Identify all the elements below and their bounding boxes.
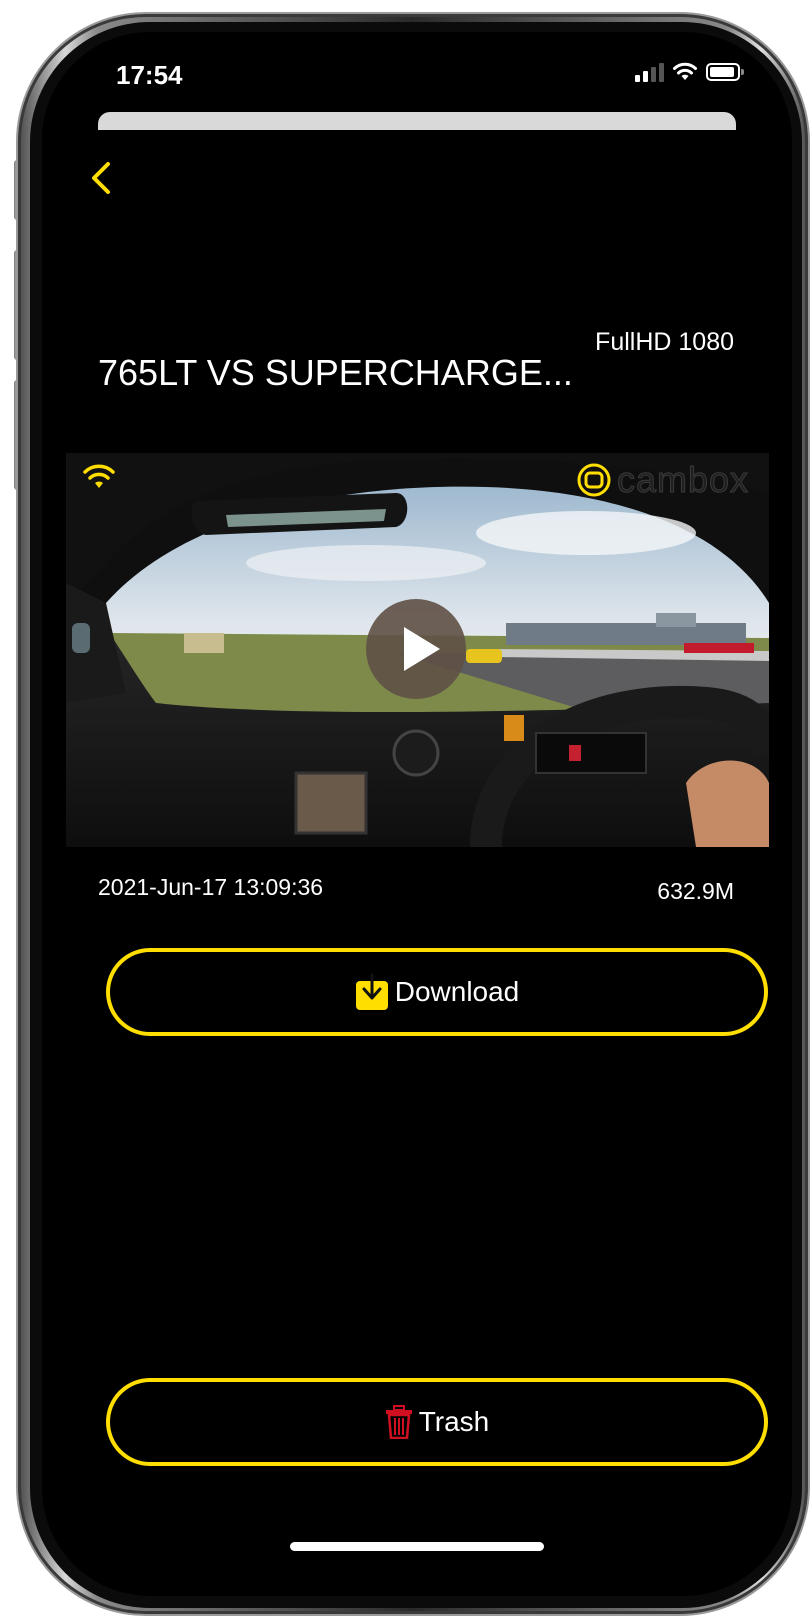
wifi-icon	[83, 464, 115, 488]
chevron-left-icon	[92, 162, 110, 194]
video-title: 765LT VS SUPERCHARGE...	[98, 352, 573, 393]
trash-button[interactable]: Trash	[106, 1378, 768, 1466]
download-icon	[355, 973, 388, 1010]
video-file-size: 632.9M	[657, 878, 734, 904]
status-icons	[635, 62, 744, 82]
battery-icon	[706, 63, 744, 81]
play-button[interactable]	[366, 599, 466, 699]
cambox-logo-icon	[577, 463, 611, 497]
wifi-status-icon	[673, 62, 697, 80]
cellular-signal-icon	[635, 62, 664, 82]
back-button[interactable]	[86, 158, 116, 198]
download-button[interactable]: Download	[106, 948, 768, 1036]
download-label: Download	[394, 976, 520, 1007]
brand-logo: cambox	[577, 459, 749, 501]
video-resolution: FullHD 1080	[595, 328, 734, 356]
video-date: 2021-Jun-17 13:09:36	[98, 874, 324, 900]
trash-icon	[385, 1405, 412, 1439]
status-time: 17:54	[116, 60, 183, 90]
home-indicator[interactable]	[290, 1542, 544, 1551]
phone-screen: 17:54 FullHD 1080 765LT VS SUPERCHARGE..…	[42, 32, 792, 1596]
trash-label: Trash	[418, 1406, 490, 1437]
brand-logo-text: cambox	[616, 459, 749, 501]
sheet-grabber	[98, 112, 736, 130]
video-thumbnail[interactable]: cambox	[66, 453, 769, 847]
